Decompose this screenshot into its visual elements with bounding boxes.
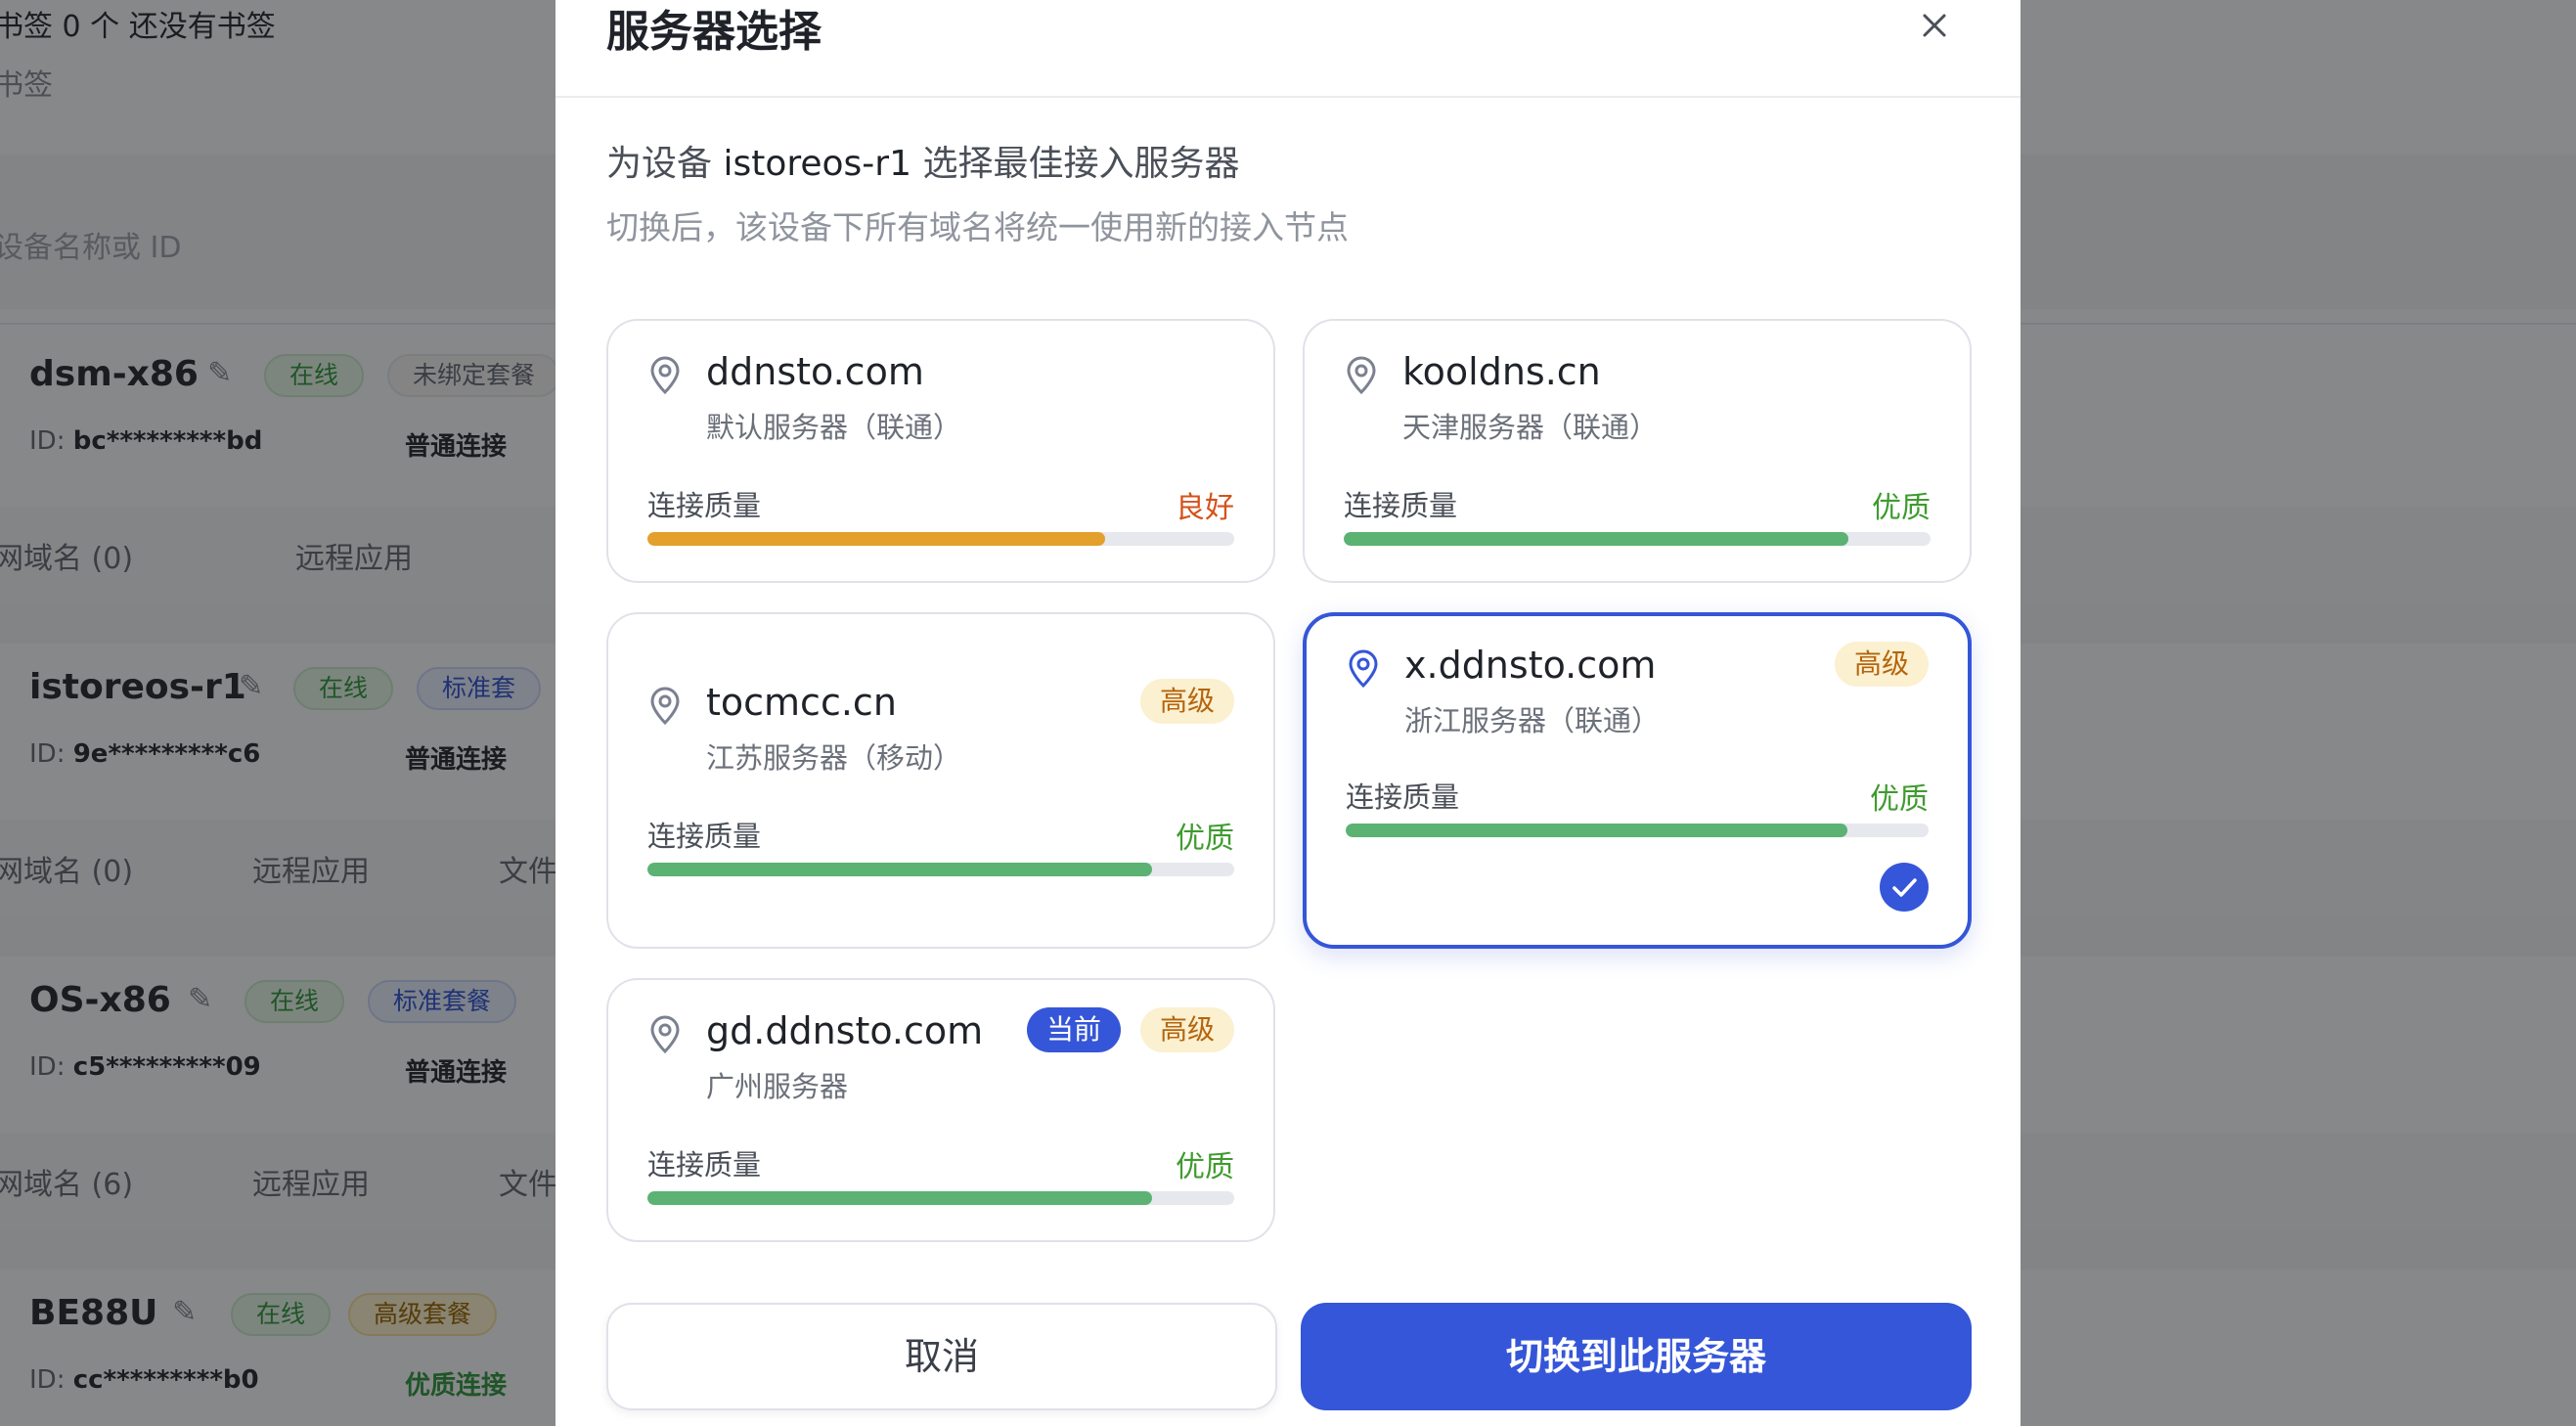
server-location: 天津服务器（联通） (1402, 411, 1659, 444)
server-select-dialog: 服务器选择 为设备 istoreos-r1 选择最佳接入服务器 切换后，该设备下… (555, 0, 2021, 1426)
device-name: istoreos-r1 (723, 144, 911, 184)
server-host: x.ddnsto.com (1404, 644, 1657, 687)
server-location: 广州服务器 (706, 1070, 849, 1103)
quality-label: 连接质量 (647, 1148, 762, 1181)
server-host: gd.ddnsto.com (706, 1009, 984, 1052)
server-location: 浙江服务器（联通） (1404, 704, 1661, 737)
quality-value: 优质 (1176, 822, 1234, 856)
switch-server-button[interactable]: 切换到此服务器 (1301, 1303, 1972, 1410)
dialog-description: 为设备 istoreos-r1 选择最佳接入服务器 (606, 144, 1240, 184)
premium-badge: 高级 (1139, 679, 1234, 724)
quality-label: 连接质量 (647, 489, 762, 522)
location-pin-icon (1347, 356, 1376, 395)
dialog-note: 切换后，该设备下所有域名将统一使用新的接入节点 (606, 208, 1349, 246)
dialog-header: 服务器选择 (555, 0, 2021, 98)
quality-bar-fill (647, 863, 1152, 876)
quality-label: 连接质量 (647, 820, 762, 853)
location-pin-icon (1349, 649, 1378, 689)
server-location: 默认服务器（联通） (706, 411, 962, 444)
location-pin-icon (650, 687, 680, 726)
quality-bar-fill (1346, 824, 1847, 837)
quality-bar-fill (647, 1191, 1152, 1205)
quality-bar (1346, 824, 1929, 837)
dialog-title: 服务器选择 (606, 7, 822, 57)
quality-label: 连接质量 (1344, 489, 1458, 522)
quality-value: 优质 (1870, 782, 1929, 817)
server-card-ddnsto[interactable]: ddnsto.com 默认服务器（联通） 连接质量 良好 (606, 319, 1275, 583)
quality-bar (1344, 532, 1931, 546)
quality-bar-fill (647, 532, 1105, 546)
server-card-x-ddnsto[interactable]: x.ddnsto.com 高级 浙江服务器（联通） 连接质量 优质 (1303, 612, 1972, 949)
cancel-button[interactable]: 取消 (606, 1303, 1277, 1410)
server-host: tocmcc.cn (706, 681, 897, 724)
close-icon[interactable] (1915, 6, 1954, 45)
quality-bar (647, 532, 1234, 546)
location-pin-icon (650, 356, 680, 395)
quality-label: 连接质量 (1346, 780, 1460, 814)
server-location: 江苏服务器（移动） (706, 741, 962, 775)
quality-bar (647, 1191, 1234, 1205)
server-card-kooldns[interactable]: kooldns.cn 天津服务器（联通） 连接质量 优质 (1303, 319, 1972, 583)
selected-check-icon (1880, 863, 1929, 912)
quality-bar (647, 863, 1234, 876)
server-host: ddnsto.com (706, 350, 924, 393)
premium-badge: 高级 (1834, 642, 1929, 687)
server-card-gd-ddnsto[interactable]: gd.ddnsto.com 当前 高级 广州服务器 连接质量 优质 (606, 978, 1275, 1242)
quality-value: 良好 (1176, 491, 1234, 525)
premium-badge: 高级 (1139, 1007, 1234, 1052)
location-pin-icon (650, 1015, 680, 1054)
server-host: kooldns.cn (1402, 350, 1601, 393)
current-badge: 当前 (1026, 1007, 1121, 1052)
server-card-tocmcc[interactable]: tocmcc.cn 高级 江苏服务器（移动） 连接质量 优质 (606, 612, 1275, 949)
quality-value: 优质 (1872, 491, 1931, 525)
quality-bar-fill (1344, 532, 1848, 546)
quality-value: 优质 (1176, 1150, 1234, 1184)
